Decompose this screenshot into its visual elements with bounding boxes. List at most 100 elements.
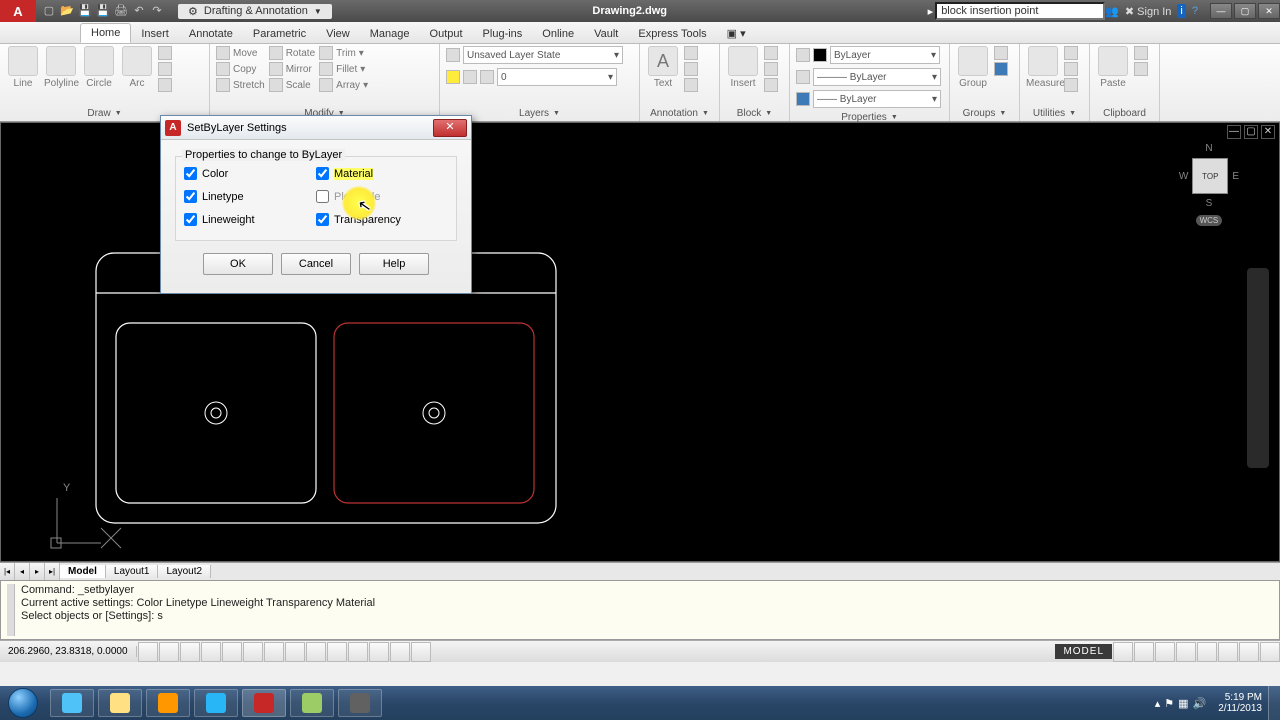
transparency-checkbox[interactable]: Transparency: [316, 213, 448, 226]
app-logo[interactable]: A: [0, 0, 36, 22]
infer-constraints-toggle[interactable]: [138, 642, 158, 662]
tab-last-icon[interactable]: ▸|: [45, 563, 60, 580]
annotation-scale-icon[interactable]: [1155, 642, 1175, 662]
saveas-icon[interactable]: 💾: [96, 4, 110, 18]
toolbar-lock-icon[interactable]: [1197, 642, 1217, 662]
viewport-restore-icon[interactable]: ▢: [1244, 125, 1258, 139]
qp-toggle[interactable]: [390, 642, 410, 662]
view-cube[interactable]: N WTOPE S WCS: [1179, 143, 1239, 226]
lineweight-checkbox[interactable]: Lineweight: [184, 213, 316, 226]
lineweight-combo[interactable]: ——— ByLayer▾: [813, 68, 941, 86]
model-space-button[interactable]: MODEL: [1055, 644, 1112, 659]
stretch-button[interactable]: Stretch: [216, 78, 265, 92]
tab-vault[interactable]: Vault: [584, 25, 628, 43]
cancel-button[interactable]: Cancel: [281, 253, 351, 275]
match-properties-icon[interactable]: [796, 48, 810, 62]
layout-tab-1[interactable]: Layout1: [106, 565, 159, 578]
tray-clock[interactable]: 5:19 PM2/11/2013: [1218, 692, 1262, 714]
viewport-close-icon[interactable]: ✕: [1261, 125, 1275, 139]
array-button[interactable]: Array ▾: [319, 78, 368, 92]
undo-icon[interactable]: ↶: [132, 4, 146, 18]
tab-featured[interactable]: ▣ ▾: [717, 24, 756, 43]
system-tray[interactable]: ▴⚑▦🔊 5:19 PM2/11/2013: [1153, 692, 1268, 714]
list-icon[interactable]: [796, 70, 810, 84]
mirror-button[interactable]: Mirror: [269, 62, 315, 76]
layout-tab-model[interactable]: Model: [60, 565, 106, 578]
scale-button[interactable]: Scale: [269, 78, 315, 92]
tab-home[interactable]: Home: [80, 23, 131, 43]
3dosnap-toggle[interactable]: [264, 642, 284, 662]
tab-prev-icon[interactable]: ◂: [15, 563, 30, 580]
ducs-toggle[interactable]: [306, 642, 326, 662]
layer-combo[interactable]: 0▾: [497, 68, 617, 86]
fillet-button[interactable]: Fillet ▾: [319, 62, 368, 76]
move-button[interactable]: Move: [216, 46, 265, 60]
snap-toggle[interactable]: [159, 642, 179, 662]
polyline-button[interactable]: Polyline: [44, 46, 78, 89]
tpy-toggle[interactable]: [369, 642, 389, 662]
grid-toggle[interactable]: [180, 642, 200, 662]
color-combo[interactable]: ByLayer▾: [830, 46, 940, 64]
help-button[interactable]: Help: [359, 253, 429, 275]
group-button[interactable]: Group: [956, 46, 990, 89]
setbylayer-icon[interactable]: [796, 92, 810, 106]
close-button[interactable]: ✕: [1258, 3, 1280, 19]
insert-button[interactable]: Insert: [726, 46, 760, 89]
save-icon[interactable]: 💾: [78, 4, 92, 18]
linetype-combo[interactable]: —— ByLayer▾: [813, 90, 941, 108]
taskbar-wmp[interactable]: [146, 689, 190, 717]
taskbar-skype[interactable]: [194, 689, 238, 717]
taskbar-autocad[interactable]: [242, 689, 286, 717]
arc-button[interactable]: Arc: [120, 46, 154, 89]
taskbar-app1[interactable]: [290, 689, 334, 717]
minimize-button[interactable]: —: [1210, 3, 1232, 19]
text-button[interactable]: AText: [646, 46, 680, 89]
linetype-checkbox[interactable]: Linetype: [184, 190, 316, 203]
tab-online[interactable]: Online: [532, 25, 584, 43]
redo-icon[interactable]: ↷: [150, 4, 164, 18]
start-button[interactable]: [0, 686, 46, 720]
taskbar-ie[interactable]: [50, 689, 94, 717]
exchange-icon[interactable]: i: [1177, 4, 1185, 18]
sc-toggle[interactable]: [411, 642, 431, 662]
tab-manage[interactable]: Manage: [360, 25, 420, 43]
isolate-objects-icon[interactable]: [1239, 642, 1259, 662]
signin-link[interactable]: ✖ Sign In: [1125, 5, 1172, 18]
layer-state-combo[interactable]: Unsaved Layer State▾: [463, 46, 623, 64]
viewport-minimize-icon[interactable]: —: [1227, 125, 1241, 139]
navigation-bar[interactable]: [1247, 268, 1269, 468]
tab-express[interactable]: Express Tools: [628, 25, 716, 43]
coordinates-readout[interactable]: 206.2960, 23.8318, 0.0000: [0, 646, 137, 657]
polar-toggle[interactable]: [222, 642, 242, 662]
dyn-toggle[interactable]: [327, 642, 347, 662]
help-search-input[interactable]: [935, 2, 1105, 20]
new-icon[interactable]: ▢: [42, 4, 56, 18]
plot-icon[interactable]: 🖨: [114, 4, 128, 18]
clean-screen-icon[interactable]: [1260, 642, 1280, 662]
tab-annotate[interactable]: Annotate: [179, 25, 243, 43]
workspace-gear-icon[interactable]: [1176, 642, 1196, 662]
osnap-toggle[interactable]: [243, 642, 263, 662]
ortho-toggle[interactable]: [201, 642, 221, 662]
trim-button[interactable]: Trim ▾: [319, 46, 368, 60]
lwt-toggle[interactable]: [348, 642, 368, 662]
quickview-drawings-icon[interactable]: [1134, 642, 1154, 662]
command-window[interactable]: Command: _setbylayer Current active sett…: [0, 580, 1280, 640]
tab-insert[interactable]: Insert: [131, 25, 179, 43]
circle-button[interactable]: Circle: [82, 46, 116, 89]
layout-tab-2[interactable]: Layout2: [158, 565, 211, 578]
plotstyle-checkbox[interactable]: Plot Style: [316, 190, 448, 203]
dialog-close-button[interactable]: ✕: [433, 119, 467, 137]
maximize-button[interactable]: ▢: [1234, 3, 1256, 19]
ok-button[interactable]: OK: [203, 253, 273, 275]
hardware-accel-icon[interactable]: [1218, 642, 1238, 662]
material-checkbox[interactable]: Material: [316, 167, 448, 180]
color-checkbox[interactable]: Color: [184, 167, 316, 180]
tray-flag-icon[interactable]: ⚑: [1164, 698, 1174, 710]
tab-view[interactable]: View: [316, 25, 360, 43]
layer-lock-icon[interactable]: [480, 70, 494, 84]
rotate-button[interactable]: Rotate: [269, 46, 315, 60]
copy-button[interactable]: Copy: [216, 62, 265, 76]
show-desktop-button[interactable]: [1268, 686, 1280, 720]
layer-freeze-icon[interactable]: [463, 70, 477, 84]
